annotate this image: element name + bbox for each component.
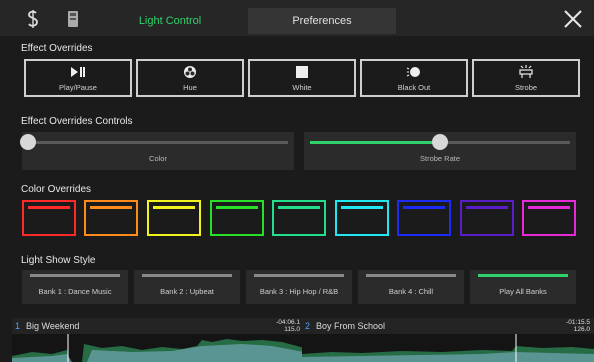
- strobe-slider-label: Strobe Rate: [419, 154, 461, 163]
- strobe-slider-knob[interactable]: [432, 134, 448, 150]
- tab-preferences[interactable]: Preferences: [248, 8, 396, 34]
- play-pause-icon: [70, 65, 86, 79]
- bank-button-5[interactable]: Play All Banks: [470, 270, 576, 304]
- bank-button-4[interactable]: Bank 4 : Chill: [358, 270, 464, 304]
- bank-indicator: [366, 274, 456, 277]
- effect-overrides-title: Effect Overrides: [21, 43, 93, 54]
- bank-label: Bank 1 : Dance Music: [38, 287, 112, 296]
- effect-controls-title: Effect Overrides Controls: [21, 116, 133, 127]
- color-swatch-bar: [466, 206, 508, 209]
- strobe-label: Strobe: [514, 82, 538, 92]
- color-swatch-bar: [90, 206, 132, 209]
- color-slider-label: Color: [149, 154, 167, 163]
- color-swatch-bar: [278, 206, 320, 209]
- color-swatch-6[interactable]: [335, 200, 389, 236]
- hue-label: Hue: [183, 82, 197, 92]
- color-swatch-bar: [341, 206, 383, 209]
- play-pause-button[interactable]: Play/Pause: [24, 59, 132, 97]
- bank-button-2[interactable]: Bank 2 : Upbeat: [134, 270, 240, 304]
- strobe-rate-slider[interactable]: Strobe Rate: [304, 132, 576, 170]
- deck-2-time: -01:15.5: [566, 319, 590, 326]
- hue-button[interactable]: Hue: [136, 59, 244, 97]
- color-slider-track: [28, 141, 288, 144]
- color-swatch-8[interactable]: [460, 200, 514, 236]
- color-swatch-bar: [28, 206, 70, 209]
- deck-2-number: 2: [305, 321, 311, 331]
- bank-indicator: [478, 274, 568, 277]
- bank-indicator: [254, 274, 344, 277]
- hue-icon: [183, 65, 197, 79]
- deck-2-waveform: [302, 334, 594, 362]
- bank-indicator: [30, 274, 120, 277]
- color-swatch-bar: [216, 206, 258, 209]
- deck-2-header: 2 Boy From School -01:15.5 126.0: [302, 318, 594, 334]
- deck-2-bpm: 126.0: [573, 326, 590, 333]
- deck-2-title: Boy From School: [316, 321, 386, 331]
- bank-label: Play All Banks: [499, 287, 547, 296]
- deck-1-time: -04:06.1: [276, 319, 300, 326]
- tab-light-control[interactable]: Light Control: [100, 8, 240, 34]
- top-bar: Light Control Preferences: [0, 0, 594, 36]
- color-swatch-2[interactable]: [84, 200, 138, 236]
- deck-2[interactable]: 2 Boy From School -01:15.5 126.0: [302, 318, 594, 362]
- color-swatch-bar: [153, 206, 195, 209]
- deck-1-bpm: 115.0: [284, 326, 300, 333]
- deck-1-waveform: [12, 334, 304, 362]
- close-icon[interactable]: [562, 8, 584, 30]
- dollar-logo-icon[interactable]: [22, 8, 44, 30]
- color-swatch-1[interactable]: [22, 200, 76, 236]
- bank-button-1[interactable]: Bank 1 : Dance Music: [22, 270, 128, 304]
- white-button[interactable]: White: [248, 59, 356, 97]
- color-swatch-bar: [403, 206, 445, 209]
- white-label: White: [292, 82, 312, 92]
- light-show-title: Light Show Style: [21, 255, 96, 266]
- color-slider[interactable]: Color: [20, 132, 294, 170]
- bank-label: Bank 3 : Hip Hop / R&B: [259, 287, 339, 296]
- color-swatch-9[interactable]: [522, 200, 576, 236]
- white-icon: [295, 65, 309, 79]
- bank-label: Bank 4 : Chill: [388, 287, 434, 296]
- bank-indicator: [142, 274, 232, 277]
- deck-1-header: 1 Big Weekend -04:06.1 115.0: [12, 318, 304, 334]
- blackout-label: Black Out: [397, 82, 431, 92]
- deck-1[interactable]: 1 Big Weekend -04:06.1 115.0: [12, 318, 304, 362]
- bank-button-3[interactable]: Bank 3 : Hip Hop / R&B: [246, 270, 352, 304]
- play-pause-label: Play/Pause: [59, 82, 97, 92]
- device-icon[interactable]: [62, 8, 84, 30]
- color-swatch-3[interactable]: [147, 200, 201, 236]
- strobe-button[interactable]: Strobe: [472, 59, 580, 97]
- color-swatch-4[interactable]: [210, 200, 264, 236]
- deck-1-number: 1: [15, 321, 21, 331]
- bank-label: Bank 2 : Upbeat: [160, 287, 214, 296]
- color-swatch-bar: [528, 206, 570, 209]
- strobe-slider-fill: [310, 141, 440, 144]
- color-overrides-title: Color Overrides: [21, 184, 92, 195]
- color-swatch-7[interactable]: [397, 200, 451, 236]
- strobe-icon: [518, 64, 534, 79]
- deck-1-title: Big Weekend: [26, 321, 80, 331]
- color-swatch-5[interactable]: [272, 200, 326, 236]
- blackout-icon: [406, 65, 422, 79]
- color-slider-knob[interactable]: [20, 134, 36, 150]
- blackout-button[interactable]: Black Out: [360, 59, 468, 97]
